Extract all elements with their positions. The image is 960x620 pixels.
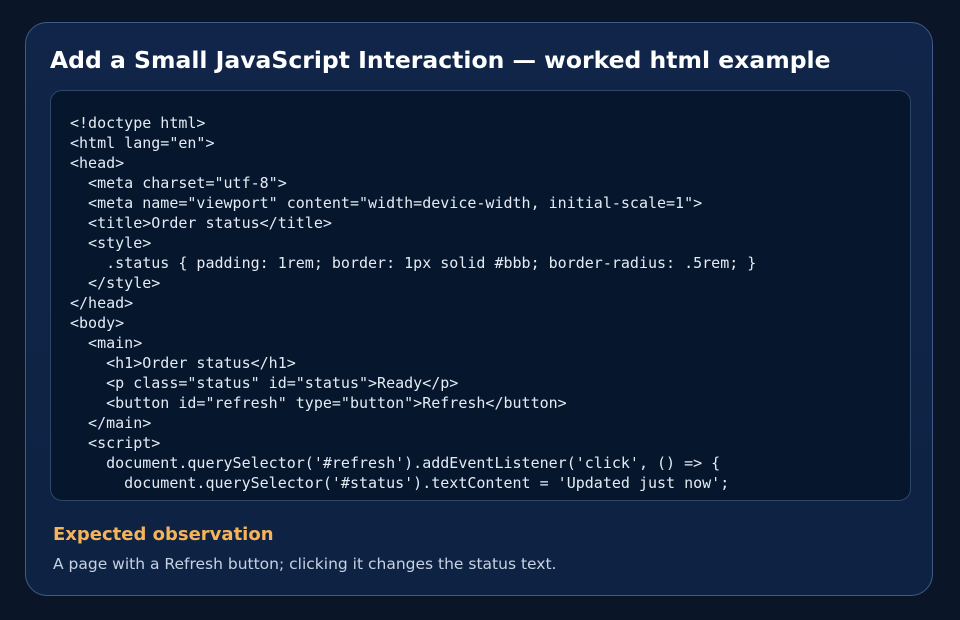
observation-text: A page with a Refresh button; clicking i… xyxy=(53,555,557,573)
example-card: Add a Small JavaScript Interaction — wor… xyxy=(25,22,933,596)
card-title: Add a Small JavaScript Interaction — wor… xyxy=(50,46,831,74)
code-content: <!doctype html> <html lang="en"> <head> … xyxy=(70,114,757,492)
code-block[interactable]: <!doctype html> <html lang="en"> <head> … xyxy=(50,90,911,501)
observation-heading: Expected observation xyxy=(53,524,274,545)
